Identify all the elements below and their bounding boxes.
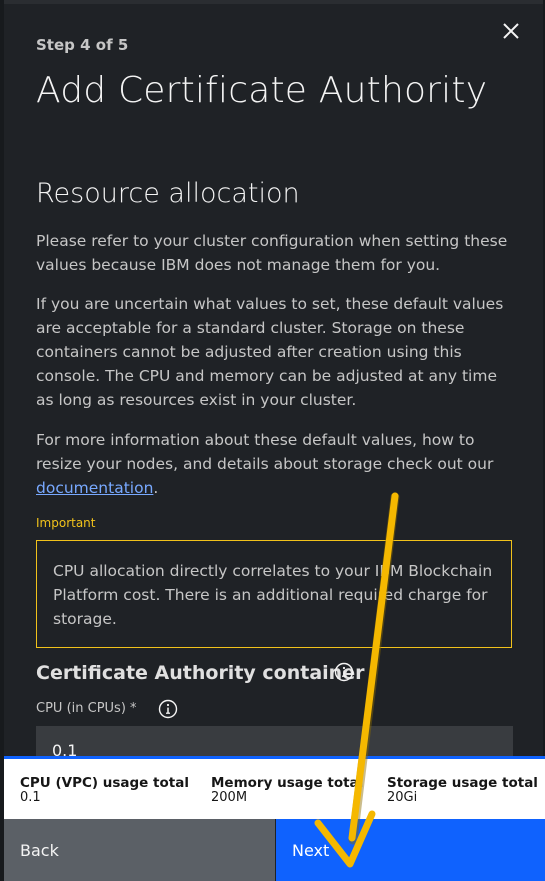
- back-button[interactable]: Back: [4, 819, 275, 881]
- close-icon: [503, 23, 519, 39]
- cpu-usage-value: 0.1: [20, 790, 41, 805]
- page-title: Add Certificate Authority: [36, 70, 488, 111]
- resource-allocation-heading: Resource allocation: [36, 178, 300, 209]
- important-text: CPU allocation directly correlates to yo…: [53, 562, 493, 628]
- ca-container-heading: Certificate Authority container: [36, 662, 365, 684]
- panel-top-strip: [4, 0, 543, 4]
- cpu-usage-summary: CPU (VPC) usage total 0.1: [20, 775, 189, 805]
- memory-usage-title: Memory usage total: [211, 775, 364, 791]
- resource-paragraph-2: If you are uncertain what values to set,…: [36, 295, 504, 409]
- storage-usage-value: 20Gi: [387, 790, 418, 805]
- close-button[interactable]: [498, 18, 524, 44]
- next-button[interactable]: Next: [276, 819, 545, 881]
- documentation-link[interactable]: documentation: [36, 479, 153, 497]
- step-indicator: Step 4 of 5: [36, 36, 129, 54]
- storage-usage-summary: Storage usage total 20Gi: [387, 775, 538, 805]
- cpu-info-icon[interactable]: [158, 699, 178, 723]
- resource-paragraph-1: Please refer to your cluster configurati…: [36, 232, 508, 274]
- resource-paragraph-3-text: For more information about these default…: [36, 431, 494, 473]
- cpu-field-label: CPU (in CPUs) *: [36, 701, 137, 716]
- side-panel: Step 4 of 5 Add Certificate Authority Re…: [4, 0, 543, 881]
- storage-usage-title: Storage usage total: [387, 775, 538, 791]
- cpu-usage-title: CPU (VPC) usage total: [20, 775, 189, 791]
- resource-paragraph-3-end: .: [153, 479, 159, 497]
- info-icon[interactable]: [334, 662, 354, 686]
- usage-summary-bar: CPU (VPC) usage total 0.1 Memory usage t…: [4, 756, 545, 819]
- memory-usage-summary: Memory usage total 200M: [211, 775, 363, 805]
- resource-paragraph-3: For more information about these default…: [36, 428, 514, 500]
- important-label: Important: [36, 516, 96, 530]
- memory-usage-value: 200M: [211, 790, 248, 805]
- important-notice: CPU allocation directly correlates to yo…: [36, 540, 512, 648]
